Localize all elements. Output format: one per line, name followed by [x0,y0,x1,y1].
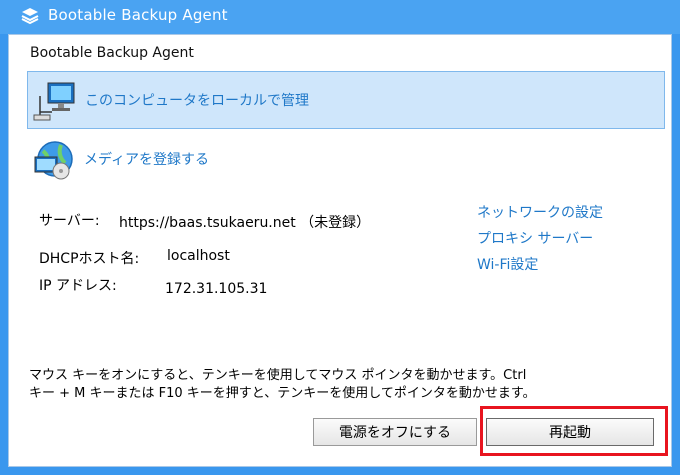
server-value: https://baas.tsukaeru.net （未登録） [119,215,371,231]
manage-locally-action[interactable]: このコンピュータをローカルで管理 [27,71,665,129]
window-title: Bootable Backup Agent [48,6,228,24]
server-label: サーバー: [39,213,100,229]
dhcp-hostname-value: localhost [167,248,230,264]
network-settings-link[interactable]: ネットワークの設定 [477,202,603,222]
register-media-action[interactable]: メディアを登録する [27,131,665,189]
notice-line-1: マウス キーをオンにすると、テンキーを使用してマウス ポインタを動かせます。Ct… [29,368,527,383]
register-media-label: メディアを登録する [84,152,210,168]
main-panel: Bootable Backup Agent このコンピュータをローカルで管理 メ… [8,34,672,467]
wifi-settings-link[interactable]: Wi-Fi設定 [477,254,538,274]
panel-header: Bootable Backup Agent [30,45,194,61]
proxy-server-link[interactable]: プロキシ サーバー [477,228,593,248]
power-off-button[interactable]: 電源をオフにする [313,418,477,446]
app-window: Bootable Backup Agent Bootable Backup Ag… [0,0,680,475]
mouse-keys-notice: マウス キーをオンにすると、テンキーを使用してマウス ポインタを動かせます。Ct… [29,367,659,403]
restart-highlight-box [480,406,668,456]
ip-address-label: IP アドレス: [39,278,117,294]
media-globe-icon [34,141,73,180]
ip-address-value: 172.31.105.31 [165,281,268,297]
notice-line-2: キー + M キーまたは F10 キーを押すと、テンキーを使用してポインタを動か… [29,386,536,401]
dhcp-hostname-label: DHCPホスト名: [39,251,140,267]
app-logo-icon [21,8,39,25]
title-bar[interactable]: Bootable Backup Agent [0,0,680,34]
manage-locally-label: このコンピュータをローカルで管理 [85,93,309,109]
computer-network-icon [33,82,75,121]
